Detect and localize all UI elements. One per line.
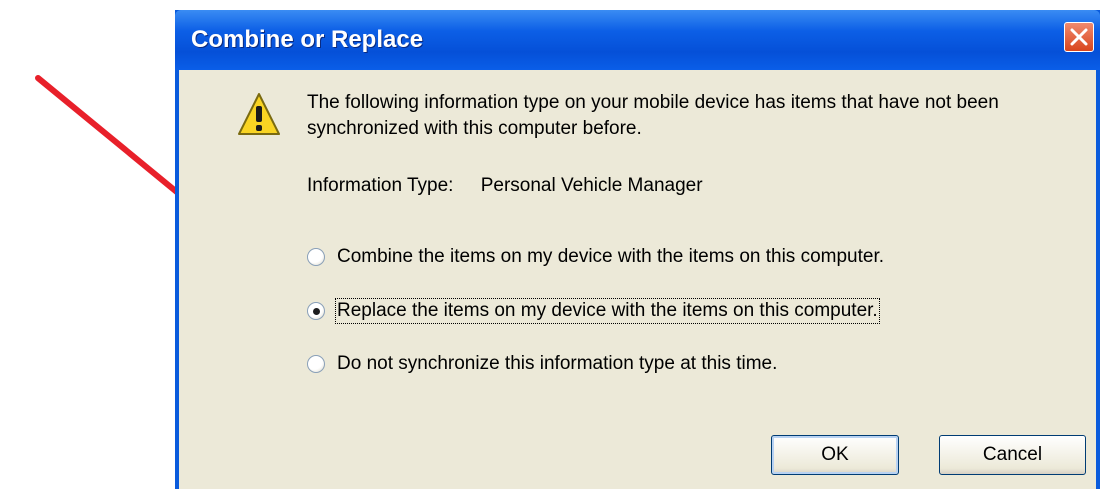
ok-button[interactable]: OK (771, 435, 899, 475)
option-combine[interactable]: Combine the items on my device with the … (307, 246, 884, 268)
option-do-not-sync[interactable]: Do not synchronize this information type… (307, 353, 777, 375)
cancel-button[interactable]: Cancel (939, 435, 1086, 475)
radio-do-not-sync[interactable] (307, 355, 325, 373)
close-button[interactable] (1064, 22, 1094, 52)
information-type-value: Personal Vehicle Manager (480, 175, 703, 196)
option-combine-label[interactable]: Combine the items on my device with the … (337, 246, 884, 268)
message-text: The following information type on your m… (307, 92, 999, 139)
dialog-body: The following information type on your m… (179, 70, 1096, 489)
radio-combine[interactable] (307, 248, 325, 266)
combine-or-replace-dialog: Combine or Replace The following informa… (175, 10, 1100, 489)
option-do-not-sync-label[interactable]: Do not synchronize this information type… (337, 353, 777, 375)
close-icon (1070, 28, 1088, 46)
warning-icon (238, 93, 280, 135)
information-type-row: Information Type: Personal Vehicle Manag… (307, 175, 703, 197)
radio-replace[interactable] (307, 302, 325, 320)
option-replace[interactable]: Replace the items on my device with the … (307, 298, 880, 324)
title-bar: Combine or Replace (175, 10, 1100, 70)
information-type-label: Information Type: (307, 175, 454, 196)
option-replace-label[interactable]: Replace the items on my device with the … (335, 298, 880, 324)
dialog-title: Combine or Replace (191, 26, 424, 53)
